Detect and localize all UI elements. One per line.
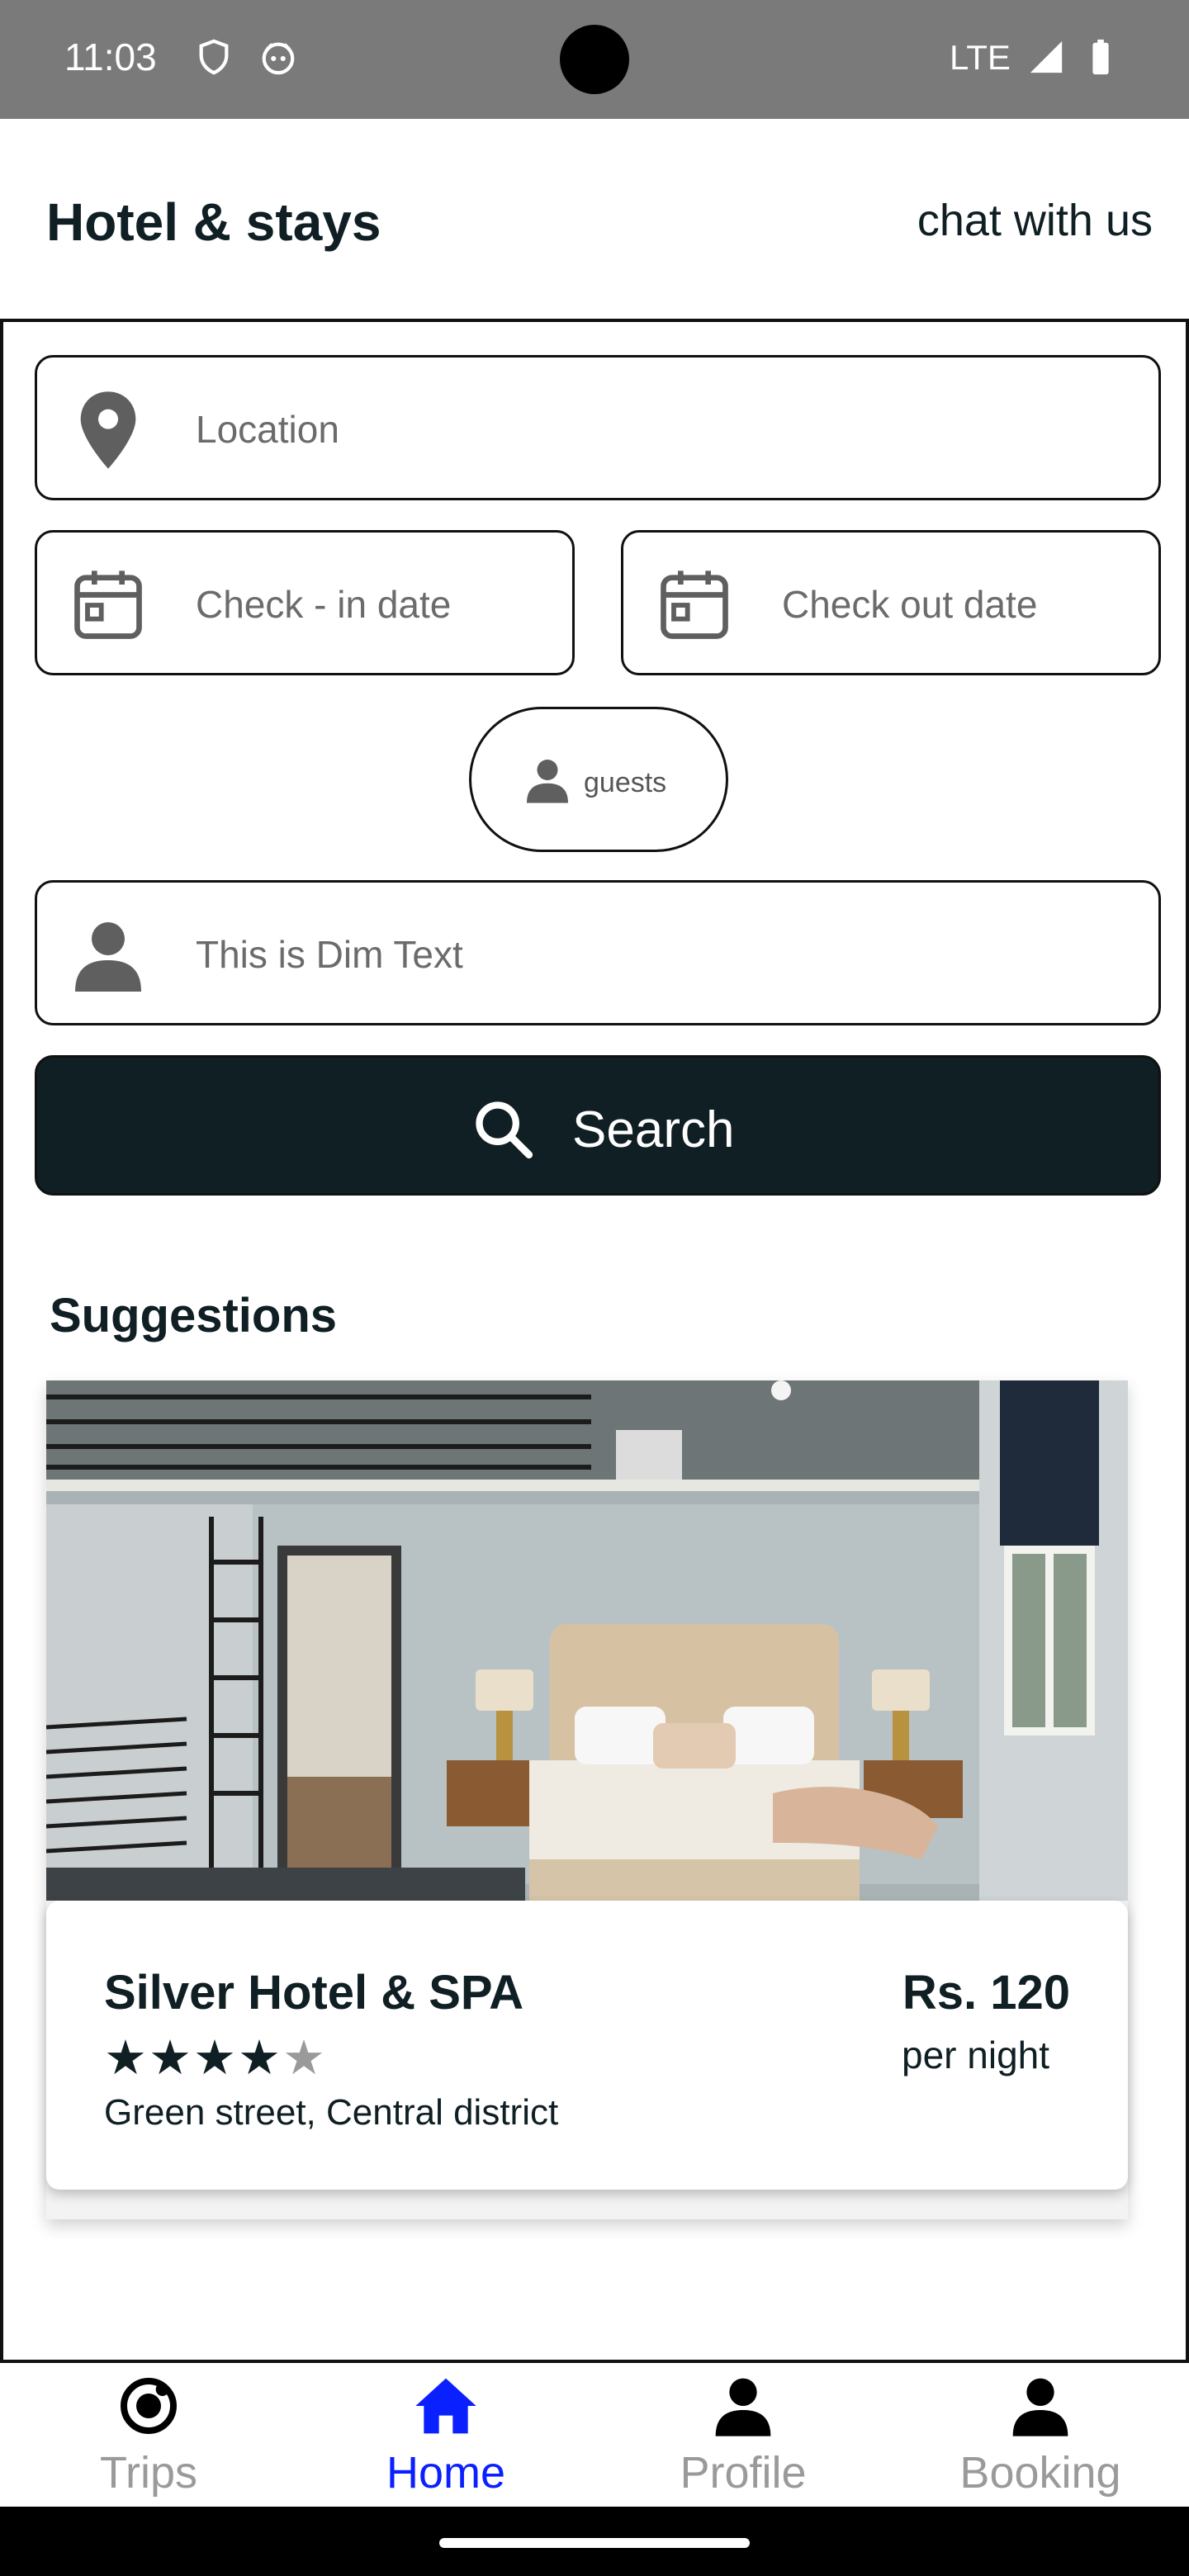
chat-with-us-link[interactable]: chat with us xyxy=(917,195,1153,246)
search-button-label: Search xyxy=(572,1101,735,1158)
star-icon: ★ xyxy=(104,2031,149,2085)
hotel-card[interactable]: Silver Hotel & SPA ★★★★★ Green street, C… xyxy=(46,1380,1128,2219)
hotel-name: Silver Hotel & SPA xyxy=(104,1966,524,2020)
face-icon xyxy=(262,42,295,75)
check-out-field[interactable]: Check out date xyxy=(621,530,1161,675)
signal-icon xyxy=(1030,40,1063,73)
guests-selector[interactable]: guests xyxy=(469,707,728,852)
person-icon xyxy=(1012,2378,1068,2436)
location-pin-icon xyxy=(67,389,149,471)
price-unit: per night xyxy=(902,2034,1050,2076)
hotel-price: Rs. 120 xyxy=(902,1966,1070,2020)
guest-name-placeholder: This is Dim Text xyxy=(196,933,463,976)
nav-label-trips: Trips xyxy=(100,2448,197,2498)
hotel-address: Green street, Central district xyxy=(104,2092,559,2133)
check-in-field[interactable]: Check - in date xyxy=(35,530,575,675)
page-title: Hotel & stays xyxy=(46,192,381,252)
network-type: LTE xyxy=(950,38,1011,77)
location-field[interactable]: Location xyxy=(35,355,1161,500)
person-icon xyxy=(67,914,149,997)
shield-icon xyxy=(199,39,229,75)
battery-icon xyxy=(1092,39,1109,75)
status-time: 11:03 xyxy=(64,36,157,78)
guest-name-field[interactable]: This is Dim Text xyxy=(35,880,1161,1025)
search-button[interactable]: Search xyxy=(35,1055,1161,1196)
nav-item-booking[interactable]: Booking xyxy=(892,2363,1189,2507)
star-empty-icon: ★ xyxy=(282,2031,327,2085)
bottom-nav: Trips Home Profile Booking xyxy=(0,2363,1189,2507)
gesture-bar xyxy=(0,2507,1189,2576)
person-icon xyxy=(715,2378,771,2436)
camera-cutout xyxy=(560,25,629,94)
calendar-icon xyxy=(653,564,736,646)
search-icon xyxy=(476,1101,533,1159)
status-bar: 11:03 LTE xyxy=(0,0,1189,119)
gesture-handle[interactable] xyxy=(439,2538,750,2548)
check-out-placeholder: Check out date xyxy=(782,583,1038,626)
star-icon: ★ xyxy=(193,2031,238,2085)
calendar-icon xyxy=(67,564,149,646)
nav-item-profile[interactable]: Profile xyxy=(594,2363,892,2507)
star-icon: ★ xyxy=(149,2031,193,2085)
check-in-placeholder: Check - in date xyxy=(196,583,452,626)
hotel-info: Silver Hotel & SPA ★★★★★ Green street, C… xyxy=(46,1901,1128,2190)
star-rating: ★★★★★ xyxy=(104,2029,327,2086)
nav-label-profile: Profile xyxy=(680,2448,807,2498)
app-header: Hotel & stays chat with us xyxy=(0,119,1189,322)
location-placeholder: Location xyxy=(196,408,339,451)
nav-item-trips[interactable]: Trips xyxy=(0,2363,297,2507)
star-icon: ★ xyxy=(238,2031,282,2085)
nav-label-home: Home xyxy=(386,2448,506,2498)
nav-label-booking: Booking xyxy=(959,2448,1121,2498)
person-icon xyxy=(527,760,568,803)
nav-item-home[interactable]: Home xyxy=(297,2363,594,2507)
guests-label: guests xyxy=(584,767,667,798)
hotel-image xyxy=(46,1380,1128,1901)
suggestions-title: Suggestions xyxy=(50,1289,338,1342)
home-icon xyxy=(415,2378,476,2434)
target-icon xyxy=(121,2378,177,2434)
